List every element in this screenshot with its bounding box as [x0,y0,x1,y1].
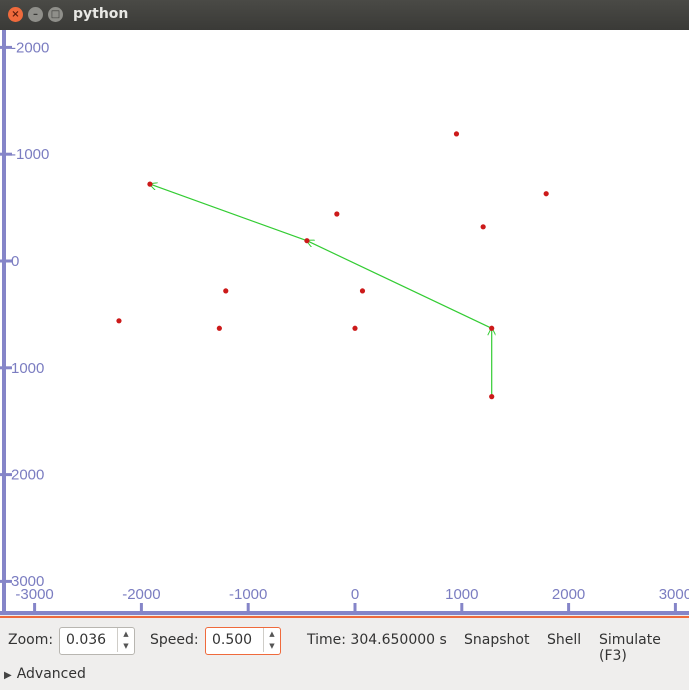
x-tick-label: 0 [351,586,359,603]
zoom-input[interactable] [60,628,118,652]
body-point [359,288,366,294]
body-point [480,224,486,230]
title-bar: × – □ python [0,0,689,30]
body-point [147,181,153,187]
shell-button[interactable]: Shell [547,632,581,648]
speed-label: Speed: [150,632,199,648]
x-tick-label: -2000 [122,586,160,603]
advanced-label: Advanced [16,666,86,682]
y-tick-label: 0 [11,253,19,270]
zoom-spinner[interactable]: ▲▼ [59,627,135,655]
close-icon[interactable]: × [8,7,23,22]
simulate-button[interactable]: Simulate (F3) [599,632,689,664]
speed-spinner[interactable]: ▲▼ [205,627,281,655]
x-tick-label: 2000 [552,586,585,603]
x-tick-label: -1000 [229,586,267,603]
plot-svg: -2000 -1000 0 1000 2000 3000 -3000 -2000 -1000 0… [0,30,689,615]
x-tick-label: -3000 [15,586,53,603]
time-readout: Time: 304.650000 s [307,632,447,648]
zoom-spin-arrows[interactable]: ▲ ▼ [117,628,134,652]
y-tick-label: -1000 [11,146,49,163]
body-point [489,325,495,331]
body-point [489,394,495,400]
expander-arrow-icon: ▶ [4,670,12,681]
body-point [116,318,122,324]
body-point [223,288,229,294]
trajectory-segment [307,241,492,329]
snapshot-button[interactable]: Snapshot [464,632,529,648]
body-point [453,131,460,137]
body-point [352,325,358,331]
body-point [216,325,222,331]
control-toolbar: Zoom: ▲▼ Speed: ▲▼ Time: 304.650000 s Sn… [0,616,689,690]
minimize-icon[interactable]: – [28,7,43,22]
y-tick-label: 2000 [11,467,44,484]
body-point [543,191,549,197]
simulation-canvas[interactable]: -2000 -1000 0 1000 2000 3000 -3000 -2000 -1000 0… [0,30,689,615]
y-tick-label: 1000 [11,360,44,377]
trajectory-segment [150,184,308,242]
speed-spin-arrows[interactable]: ▲ ▼ [263,628,280,652]
zoom-label: Zoom: [8,632,54,648]
x-tick-label: 1000 [445,586,478,603]
body-point [334,211,340,217]
speed-input[interactable] [206,628,264,652]
x-tick-label: 3000 [659,586,689,603]
advanced-expander[interactable]: ▶ Advanced [4,666,86,682]
body-point [304,238,310,244]
maximize-icon[interactable]: □ [48,7,63,22]
window-title: python [73,6,129,22]
y-tick-label: -2000 [11,39,49,56]
